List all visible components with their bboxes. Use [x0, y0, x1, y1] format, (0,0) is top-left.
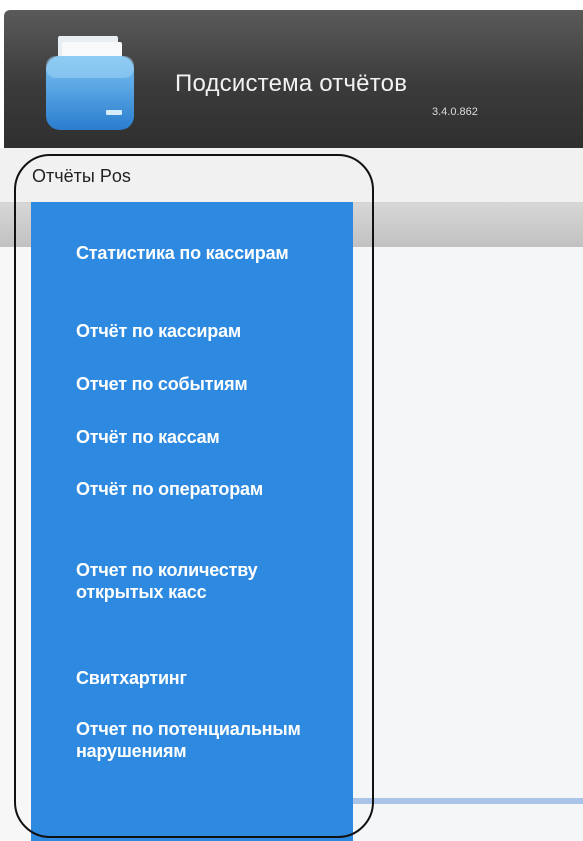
content-divider	[352, 798, 583, 804]
left-margin	[0, 247, 31, 841]
app-header: Подсистема отчётов 3.4.0.862	[4, 10, 583, 148]
menu-item-open-registers-report[interactable]: Отчет по количеству открытых касс	[76, 559, 326, 603]
reports-menu-panel: Статистика по кассирам Отчёт по кассирам…	[31, 202, 353, 841]
menu-bar: Отчёты Pos	[0, 148, 583, 203]
menu-item-operators-report[interactable]: Отчёт по операторам	[76, 478, 326, 500]
folder-logo-icon	[46, 36, 134, 130]
menu-section-title[interactable]: Отчёты Pos	[32, 166, 131, 187]
app-title: Подсистема отчётов	[175, 70, 408, 97]
app-version: 3.4.0.862	[432, 106, 478, 118]
menu-item-events-report[interactable]: Отчет по событиям	[76, 373, 326, 395]
menu-item-cashier-report[interactable]: Отчёт по кассирам	[76, 320, 326, 342]
menu-item-sweethearting[interactable]: Свитхартинг	[76, 667, 326, 689]
menu-item-potential-violations-report[interactable]: Отчет по потенциальным нарушениям	[76, 718, 326, 762]
menu-item-registers-report[interactable]: Отчёт по кассам	[76, 426, 326, 448]
menu-item-cashier-statistics[interactable]: Статистика по кассирам	[76, 242, 326, 264]
